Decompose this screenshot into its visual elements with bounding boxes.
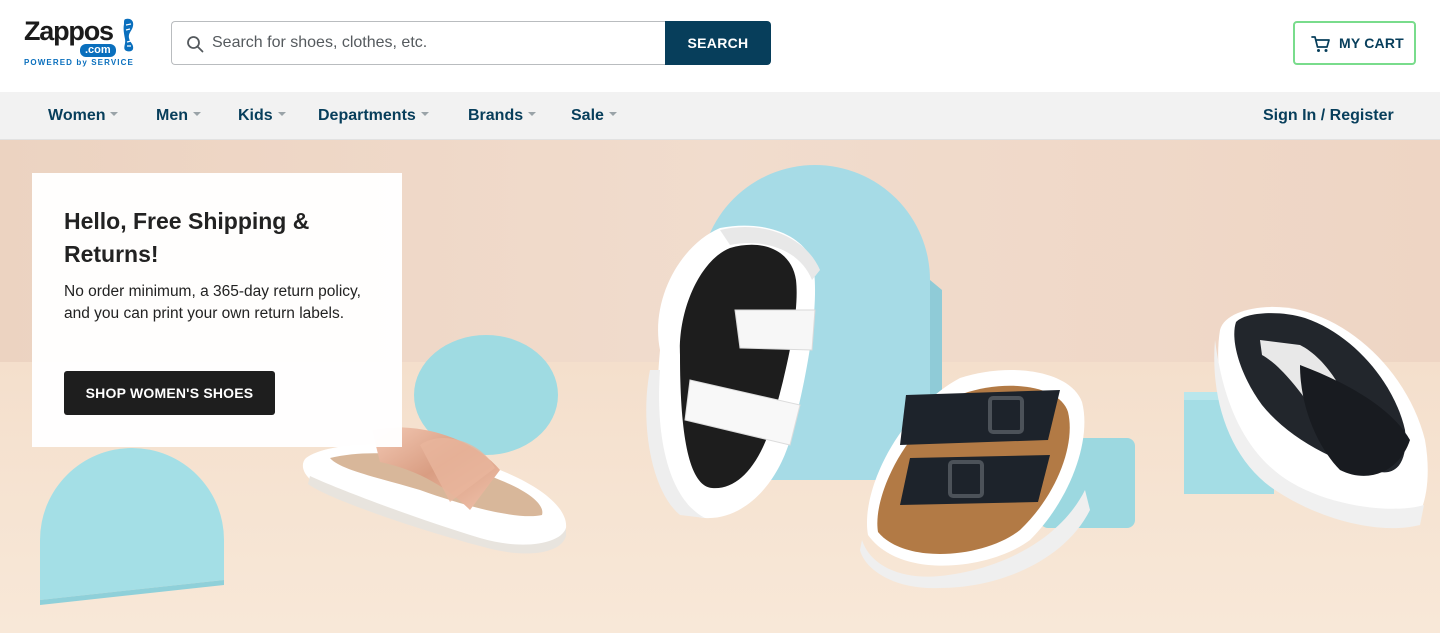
cart-icon [1311, 36, 1330, 52]
chevron-down-icon [193, 111, 201, 116]
promo-card: Hello, Free Shipping & Returns! No order… [32, 173, 402, 447]
search-bar: SEARCH [171, 21, 771, 65]
chevron-down-icon [608, 111, 617, 116]
search-box [171, 21, 666, 65]
nav-item-women[interactable]: Women [48, 92, 119, 139]
nav-item-label: Brands [468, 107, 524, 124]
promo-body: No order minimum, a 365-day return polic… [64, 283, 361, 322]
logo-dotcom: .com [80, 44, 116, 57]
nav-item-departments[interactable]: Departments [318, 92, 429, 139]
sign-in-register-link[interactable]: Sign In / Register [1263, 92, 1394, 139]
nav-item-kids[interactable]: Kids [238, 92, 286, 139]
cart-label: MY CART [1339, 35, 1404, 51]
search-button[interactable]: SEARCH [665, 21, 771, 65]
nav-item-brands[interactable]: Brands [468, 92, 537, 139]
logo-wordmark: Zappos [24, 16, 114, 46]
nav-item-label: Women [48, 107, 106, 124]
nav-item-label: Men [156, 107, 188, 124]
search-input[interactable] [212, 22, 662, 64]
chevron-down-icon [277, 111, 286, 116]
zappos-logo[interactable]: Zappos .com POWERED by SERVICE [24, 16, 142, 70]
main-nav: Women Men Kids Departments Brands Sale S… [0, 92, 1440, 140]
shop-womens-shoes-button[interactable]: SHOP WOMEN'S SHOES [64, 371, 275, 415]
hero-banner[interactable]: Hello, Free Shipping & Returns! No order… [0, 140, 1440, 633]
nav-item-label: Kids [238, 107, 273, 124]
nav-item-sale[interactable]: Sale [571, 92, 617, 139]
nav-item-label: Sale [571, 107, 604, 124]
logo-shoe-icon [123, 18, 134, 52]
promo-title: Hello, Free Shipping & Returns! [64, 208, 310, 267]
chevron-down-icon [110, 111, 119, 116]
nav-item-label: Departments [318, 107, 416, 124]
chevron-down-icon [420, 111, 429, 116]
search-icon [187, 36, 204, 53]
site-header: Zappos .com POWERED by SERVICE SEARCH MY… [0, 0, 1440, 92]
logo-tagline: POWERED by SERVICE [24, 58, 134, 67]
my-cart-button[interactable]: MY CART [1293, 21, 1416, 65]
chevron-down-icon [528, 111, 537, 116]
nav-item-men[interactable]: Men [156, 92, 201, 139]
